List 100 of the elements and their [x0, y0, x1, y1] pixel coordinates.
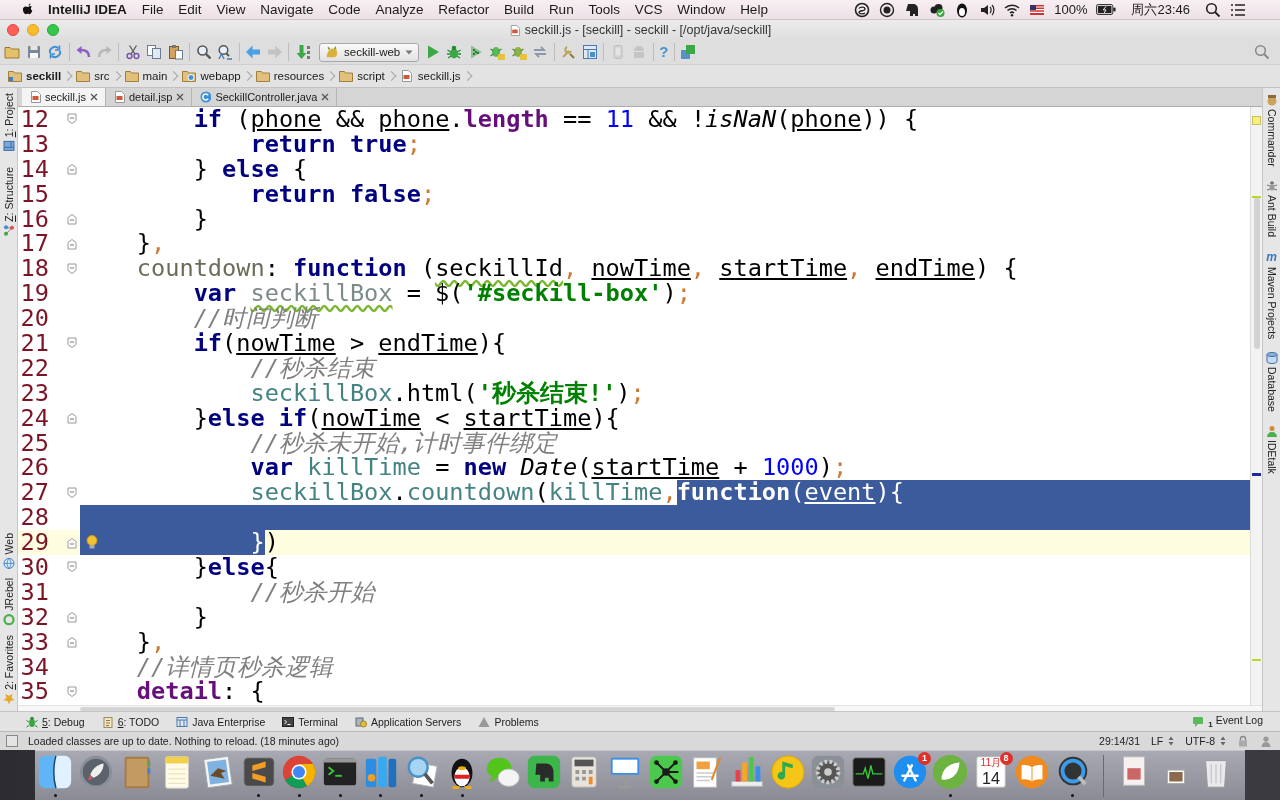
menu-item[interactable]: Edit [178, 2, 202, 17]
search-icon[interactable] [195, 44, 212, 60]
window-close-button[interactable] [7, 24, 19, 36]
search-icon[interactable] [1205, 1, 1221, 18]
lock-icon[interactable] [1237, 735, 1249, 747]
cloud-check-icon[interactable] [929, 1, 946, 18]
folder-icon[interactable] [4, 44, 20, 60]
fold-marker-icon[interactable] [67, 611, 77, 624]
close-icon[interactable] [89, 93, 98, 101]
tool-window-button[interactable]: Z: Structure [2, 167, 15, 238]
back-arrow-icon[interactable] [245, 44, 261, 60]
line-separator-selector[interactable]: LF [1151, 735, 1175, 747]
wrench-icon[interactable] [560, 44, 577, 60]
list-icon[interactable] [1230, 1, 1246, 18]
elephant-icon[interactable] [904, 1, 921, 18]
breadcrumb-item[interactable]: main [124, 70, 183, 82]
breadcrumb-item[interactable]: resources [255, 70, 340, 82]
menu-item[interactable]: View [216, 2, 246, 17]
copy-icon[interactable] [146, 44, 162, 60]
menu-item[interactable]: VCS [634, 2, 663, 17]
editor-tab[interactable]: SeckillController.java [192, 88, 338, 106]
fold-marker-icon[interactable] [67, 163, 77, 176]
tool-window-button[interactable]: Terminal [282, 715, 338, 728]
menu-item[interactable]: Analyze [375, 2, 424, 17]
menu-item[interactable]: File [141, 2, 164, 17]
menu-item[interactable]: Navigate [260, 2, 314, 17]
tool-window-button[interactable]: JRebel [2, 578, 15, 627]
build-arrow-icon[interactable] [294, 44, 311, 60]
battery-icon[interactable] [1096, 4, 1117, 15]
fold-marker-icon[interactable] [67, 213, 77, 225]
fold-marker-icon[interactable] [67, 636, 77, 649]
tool-window-button[interactable]: Commander [1265, 94, 1278, 167]
close-icon[interactable] [176, 93, 185, 101]
breadcrumb-item[interactable]: script [339, 70, 400, 82]
person-icon[interactable] [1260, 735, 1272, 747]
tool-window-button[interactable]: Database [1265, 352, 1278, 413]
fold-marker-icon[interactable] [67, 113, 77, 126]
stacked-squares-icon[interactable] [680, 44, 697, 60]
menu-item[interactable]: Window [677, 2, 726, 17]
app-menu[interactable]: IntelliJ IDEA [48, 2, 127, 17]
tool-window-button[interactable]: 2: Favorites [2, 635, 15, 705]
tool-window-button[interactable]: Ant Build [1265, 179, 1278, 237]
fold-marker-icon[interactable] [67, 561, 77, 574]
undo-icon[interactable] [75, 44, 91, 60]
record-icon[interactable] [879, 1, 896, 18]
grid-window-icon[interactable] [581, 44, 598, 60]
fold-marker-icon[interactable] [67, 685, 77, 698]
sync-icon[interactable] [47, 44, 63, 60]
leaf-icon[interactable] [931, 753, 970, 791]
wifi-icon[interactable] [1004, 1, 1021, 18]
fold-marker-icon[interactable] [67, 412, 77, 425]
tool-window-button[interactable]: 1: Project [2, 93, 15, 153]
circle-swirl-icon[interactable] [854, 1, 871, 18]
swap-arrows-icon[interactable] [532, 44, 549, 60]
vertical-scrollbar[interactable] [1254, 197, 1260, 349]
scissors-icon[interactable] [124, 44, 141, 60]
fold-marker-icon[interactable] [67, 237, 77, 250]
tool-window-button[interactable]: 5: Debug [26, 715, 85, 728]
bug-badge-icon[interactable] [510, 44, 527, 60]
breadcrumb-item[interactable]: webapp [182, 70, 256, 82]
breadcrumb-item[interactable]: seckill.js [399, 70, 476, 82]
fold-marker-icon[interactable] [67, 262, 77, 275]
panel-toggle-icon[interactable] [6, 735, 18, 747]
breadcrumb-item[interactable]: src [76, 70, 125, 82]
fold-marker-icon[interactable] [67, 536, 77, 549]
bug-badge-icon[interactable] [489, 44, 506, 60]
fold-marker-icon[interactable] [67, 486, 77, 499]
menu-item[interactable]: Tools [588, 2, 620, 17]
breadcrumb-item[interactable]: seckill [8, 70, 77, 82]
run-config-dropdown[interactable]: seckill-web [319, 42, 420, 62]
bug-icon[interactable] [446, 44, 463, 60]
fold-marker-icon[interactable] [67, 337, 77, 350]
code-line: detail: { [136, 679, 265, 705]
caret-position[interactable]: 29:14/31 [1099, 735, 1140, 747]
tool-window-button[interactable]: Web [2, 533, 15, 570]
paste-icon[interactable] [167, 44, 184, 60]
editor-tab[interactable]: seckill.js [22, 88, 106, 106]
menu-item[interactable]: Help [740, 2, 768, 17]
lightbulb-icon[interactable] [86, 535, 98, 550]
encoding-selector[interactable]: UTF-8 [1185, 735, 1226, 747]
menu-item[interactable]: Build [504, 2, 535, 17]
tool-window-button[interactable]: Application Servers [354, 715, 462, 728]
horizontal-scrollbar[interactable] [80, 706, 835, 711]
tool-window-button[interactable]: IDEtalk [1265, 425, 1278, 474]
menu-item[interactable]: Refactor [438, 2, 490, 17]
menu-item[interactable]: Code [328, 2, 361, 17]
clock[interactable]: 周六23:46 [1131, 0, 1190, 19]
window-minimize-button[interactable] [27, 24, 39, 36]
save-icon[interactable] [25, 44, 42, 60]
tool-window-button[interactable]: $_{1}$ Event Log [1192, 713, 1263, 730]
editor-tab[interactable]: detail.jsp [105, 88, 193, 106]
search-replace-icon[interactable] [217, 44, 233, 60]
menu-item[interactable]: Run [548, 2, 574, 17]
close-icon[interactable] [321, 93, 330, 101]
line-number: 24 [20, 405, 49, 431]
window-zoom-button[interactable] [47, 24, 59, 36]
tool-window-button[interactable]: Java Enterprise [176, 715, 266, 728]
tool-window-button[interactable]: 6: TODO [101, 715, 160, 728]
line-number: 15 [20, 181, 49, 207]
tool-window-button[interactable]: Problems [478, 715, 539, 728]
